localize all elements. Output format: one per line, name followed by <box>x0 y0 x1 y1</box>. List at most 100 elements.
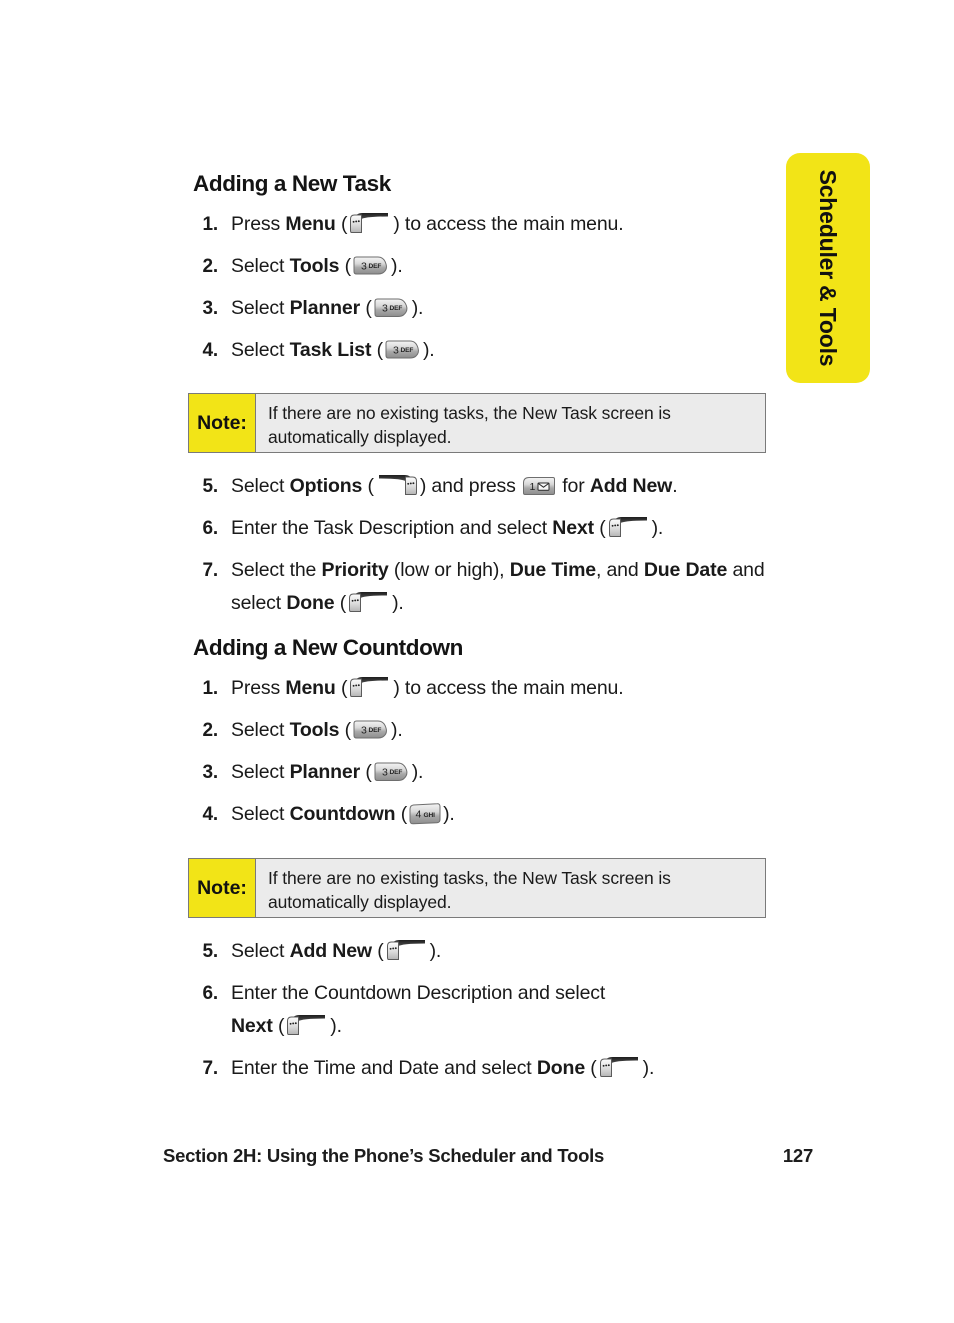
step-text-segment: ). <box>392 592 404 614</box>
svg-text:3: 3 <box>382 767 388 779</box>
left-softkey-icon <box>597 1054 643 1079</box>
step-text-segment: ( <box>585 1057 597 1079</box>
step-item: 4. Select Countdown (4 GHI). <box>193 798 783 831</box>
svg-text:4: 4 <box>416 809 422 821</box>
step-item: 3. Select Planner (3 DEF). <box>193 292 783 325</box>
page-footer: Section 2H: Using the Phone’s Scheduler … <box>163 1145 813 1167</box>
left-softkey-icon <box>384 937 430 962</box>
svg-text:3: 3 <box>361 260 367 272</box>
svg-text:3: 3 <box>393 344 399 356</box>
step-emphasis: Planner <box>289 297 361 319</box>
step-text: Select Tools (3 DEF). <box>231 250 783 283</box>
step-text-segment: ( <box>593 517 606 539</box>
step-text-segment: ( <box>272 1015 285 1037</box>
left-softkey-icon <box>347 674 393 699</box>
step-text: Press Menu () to access the main menu. <box>231 672 783 705</box>
steps-list-task-part2: 5. Select Options () and press 1 for Add… <box>193 470 783 629</box>
step-item: 1. Press Menu () to access the main menu… <box>193 208 783 241</box>
step-emphasis: Done <box>536 1057 586 1079</box>
left-softkey-icon <box>346 589 392 614</box>
step-text-segment: ( <box>334 592 347 614</box>
svg-text:3: 3 <box>382 303 388 315</box>
step-item: 2. Select Tools (3 DEF). <box>193 714 783 747</box>
right-softkey-icon <box>374 472 420 497</box>
step-text-segment: ) to access the main menu. <box>393 213 624 235</box>
left-softkey-icon <box>347 210 393 235</box>
step-number: 5. <box>202 941 218 962</box>
step-text-segment: ). <box>411 761 424 783</box>
svg-text:DEF: DEF <box>389 305 402 312</box>
step-number: 4. <box>202 340 218 361</box>
step-item: 7. Enter the Time and Date and select Do… <box>193 1052 783 1085</box>
key-3-def-icon: 3 DEF <box>372 760 412 783</box>
step-text: Select Planner (3 DEF). <box>231 292 783 325</box>
step-text: Select Task List (3 DEF). <box>231 334 783 367</box>
step-emphasis: Menu <box>285 677 336 699</box>
step-emphasis: Due Date <box>643 559 728 581</box>
step-number: 3. <box>202 298 218 319</box>
step-item: 6. Enter the Countdown Description and s… <box>193 977 623 1043</box>
step-text-segment: Press <box>231 213 286 235</box>
step-text-segment: ( <box>339 255 352 277</box>
key-1-message-icon: 1 <box>521 475 557 497</box>
svg-text:1: 1 <box>529 481 535 493</box>
step-text-segment: ) to access the main menu. <box>393 677 624 699</box>
note-box: Note: If there are no existing tasks, th… <box>188 858 766 918</box>
step-text-segment: Enter the Task Description and select <box>231 517 553 539</box>
step-item: 6. Enter the Task Description and select… <box>193 512 783 545</box>
step-text: Select Tools (3 DEF). <box>231 714 783 747</box>
svg-text:3: 3 <box>361 724 367 736</box>
step-text: Select Options () and press 1 for Add Ne… <box>231 470 783 503</box>
footer-page-number: 127 <box>782 1145 813 1166</box>
step-emphasis: Next <box>231 1015 273 1037</box>
svg-text:DEF: DEF <box>369 727 382 734</box>
step-text-segment: (low or high), <box>388 559 510 581</box>
step-text: Press Menu () to access the main menu. <box>231 208 783 241</box>
step-text-segment: Select <box>231 761 290 783</box>
step-text-segment: Select <box>231 339 290 361</box>
step-emphasis: Done <box>286 592 335 614</box>
step-text-segment: ( <box>339 719 352 741</box>
step-text-segment: Select <box>231 475 290 497</box>
manual-page: Scheduler & Tools Adding a New Task 1. P… <box>0 0 954 1323</box>
svg-text:DEF: DEF <box>400 347 413 354</box>
step-text: Enter the Countdown Description and sele… <box>231 977 623 1043</box>
step-text-segment: ). <box>391 719 403 741</box>
step-item: 1. Press Menu () to access the main menu… <box>193 672 783 705</box>
step-emphasis: Planner <box>289 761 361 783</box>
step-text-segment: Enter the Countdown Description and sele… <box>231 982 606 1004</box>
step-item: 5. Select Options () and press 1 for Add… <box>193 470 783 503</box>
step-text-segment: Select <box>231 255 290 277</box>
step-text-segment: ( <box>360 297 372 319</box>
step-text-segment: ( <box>335 213 348 235</box>
section-heading-adding-a-new-countdown: Adding a New Countdown <box>193 635 463 660</box>
step-text-segment: , and <box>595 559 644 581</box>
note-text: If there are no existing tasks, the New … <box>268 403 671 447</box>
step-text-segment: Press <box>231 677 286 699</box>
step-number: 6. <box>202 518 218 539</box>
step-item: 3. Select Planner (3 DEF). <box>193 756 783 789</box>
step-text: Select Countdown (4 GHI). <box>231 798 783 831</box>
step-number: 6. <box>202 983 218 1004</box>
step-number: 4. <box>202 804 218 825</box>
step-number: 7. <box>202 1058 218 1079</box>
step-text-segment: ). <box>443 803 455 825</box>
note-label: Note: <box>189 859 256 917</box>
step-text-segment: Select the <box>231 559 322 581</box>
step-text-segment: Select <box>231 803 290 825</box>
step-text-segment: ( <box>371 339 384 361</box>
step-text: Enter the Time and Date and select Done … <box>231 1052 783 1085</box>
left-softkey-icon <box>284 1012 330 1037</box>
svg-text:DEF: DEF <box>389 769 402 776</box>
svg-text:DEF: DEF <box>369 263 382 270</box>
step-emphasis: Countdown <box>289 803 396 825</box>
step-number: 2. <box>202 720 218 741</box>
step-text-segment: ). <box>422 339 435 361</box>
step-text-segment: . <box>672 475 678 497</box>
step-item: 2. Select Tools (3 DEF). <box>193 250 783 283</box>
step-emphasis: Add New <box>289 940 373 962</box>
step-text-segment: ). <box>651 517 664 539</box>
step-text-segment: ). <box>429 940 442 962</box>
step-item: 7. Select the Priority (low or high), Du… <box>193 554 783 620</box>
step-text-segment: ( <box>371 940 384 962</box>
